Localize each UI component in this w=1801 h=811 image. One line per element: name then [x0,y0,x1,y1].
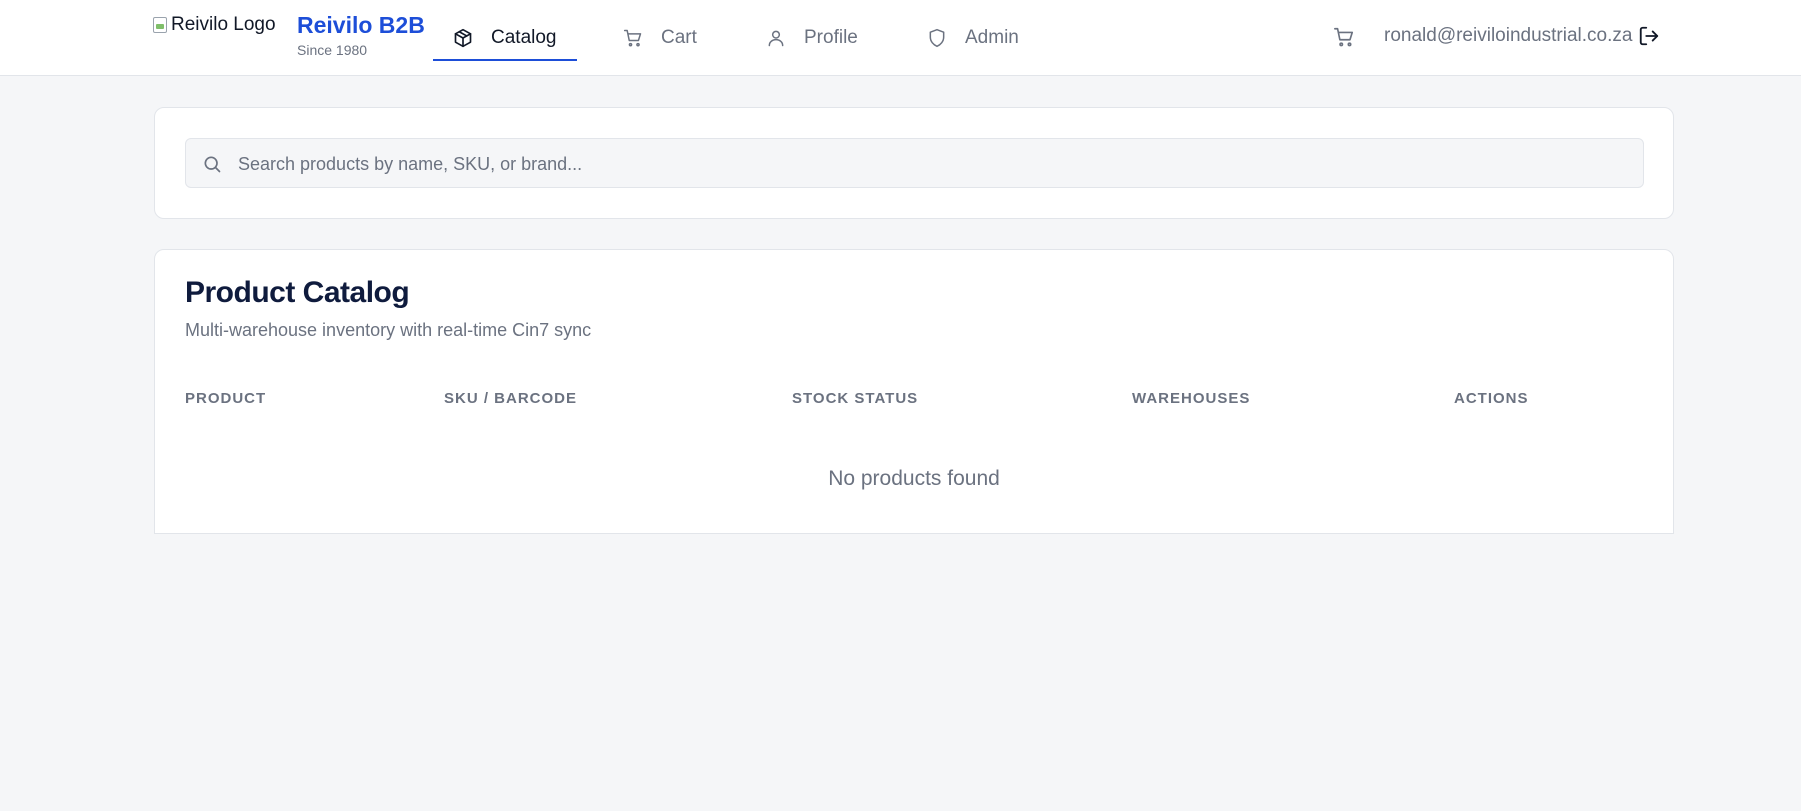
nav-label-catalog: Catalog [491,27,557,48]
product-catalog-panel: Product Catalog Multi-warehouse inventor… [154,249,1674,534]
search-icon [204,156,221,173]
nav-item-admin[interactable]: Admin [927,18,1019,58]
brand-logo[interactable]: Reivilo Logo [153,14,276,36]
nav-label-admin: Admin [965,27,1019,48]
logo-alt-text: Reivilo Logo [171,14,276,35]
column-header-warehouses: WAREHOUSES [1132,390,1251,407]
empty-state-message: No products found [828,467,1000,490]
user-email: ronald@reiviloindustrial.co.za [1384,25,1633,46]
search-box[interactable] [185,138,1644,189]
nav-item-profile[interactable]: Profile [766,18,858,58]
column-header-sku-barcode: SKU / BARCODE [444,390,578,407]
nav-item-catalog[interactable]: Catalog [433,18,576,61]
user-icon [768,30,784,47]
column-header-stock-status: STOCK STATUS [792,390,919,407]
top-navigation-bar: Reivilo Logo Reivilo B2B Since 1980 Cata… [0,0,1801,76]
brand-tagline: Since 1980 [297,42,368,58]
nav-item-cart[interactable]: Cart [623,18,697,58]
broken-image-icon [153,17,167,33]
logout-icon[interactable] [1638,25,1660,47]
search-panel [154,107,1674,219]
cart-icon [623,29,642,47]
page-title: Product Catalog [185,276,410,309]
page-subtitle: Multi-warehouse inventory with real-time… [185,320,592,340]
column-header-product: PRODUCT [185,390,267,407]
nav-label-cart: Cart [661,27,697,48]
brand-name[interactable]: Reivilo B2B [297,12,425,39]
column-header-actions: ACTIONS [1454,390,1529,407]
shield-icon [929,28,945,48]
nav-label-profile: Profile [804,27,858,48]
search-input[interactable] [236,139,1620,189]
package-icon [454,28,472,48]
cart-icon[interactable] [1333,26,1355,48]
